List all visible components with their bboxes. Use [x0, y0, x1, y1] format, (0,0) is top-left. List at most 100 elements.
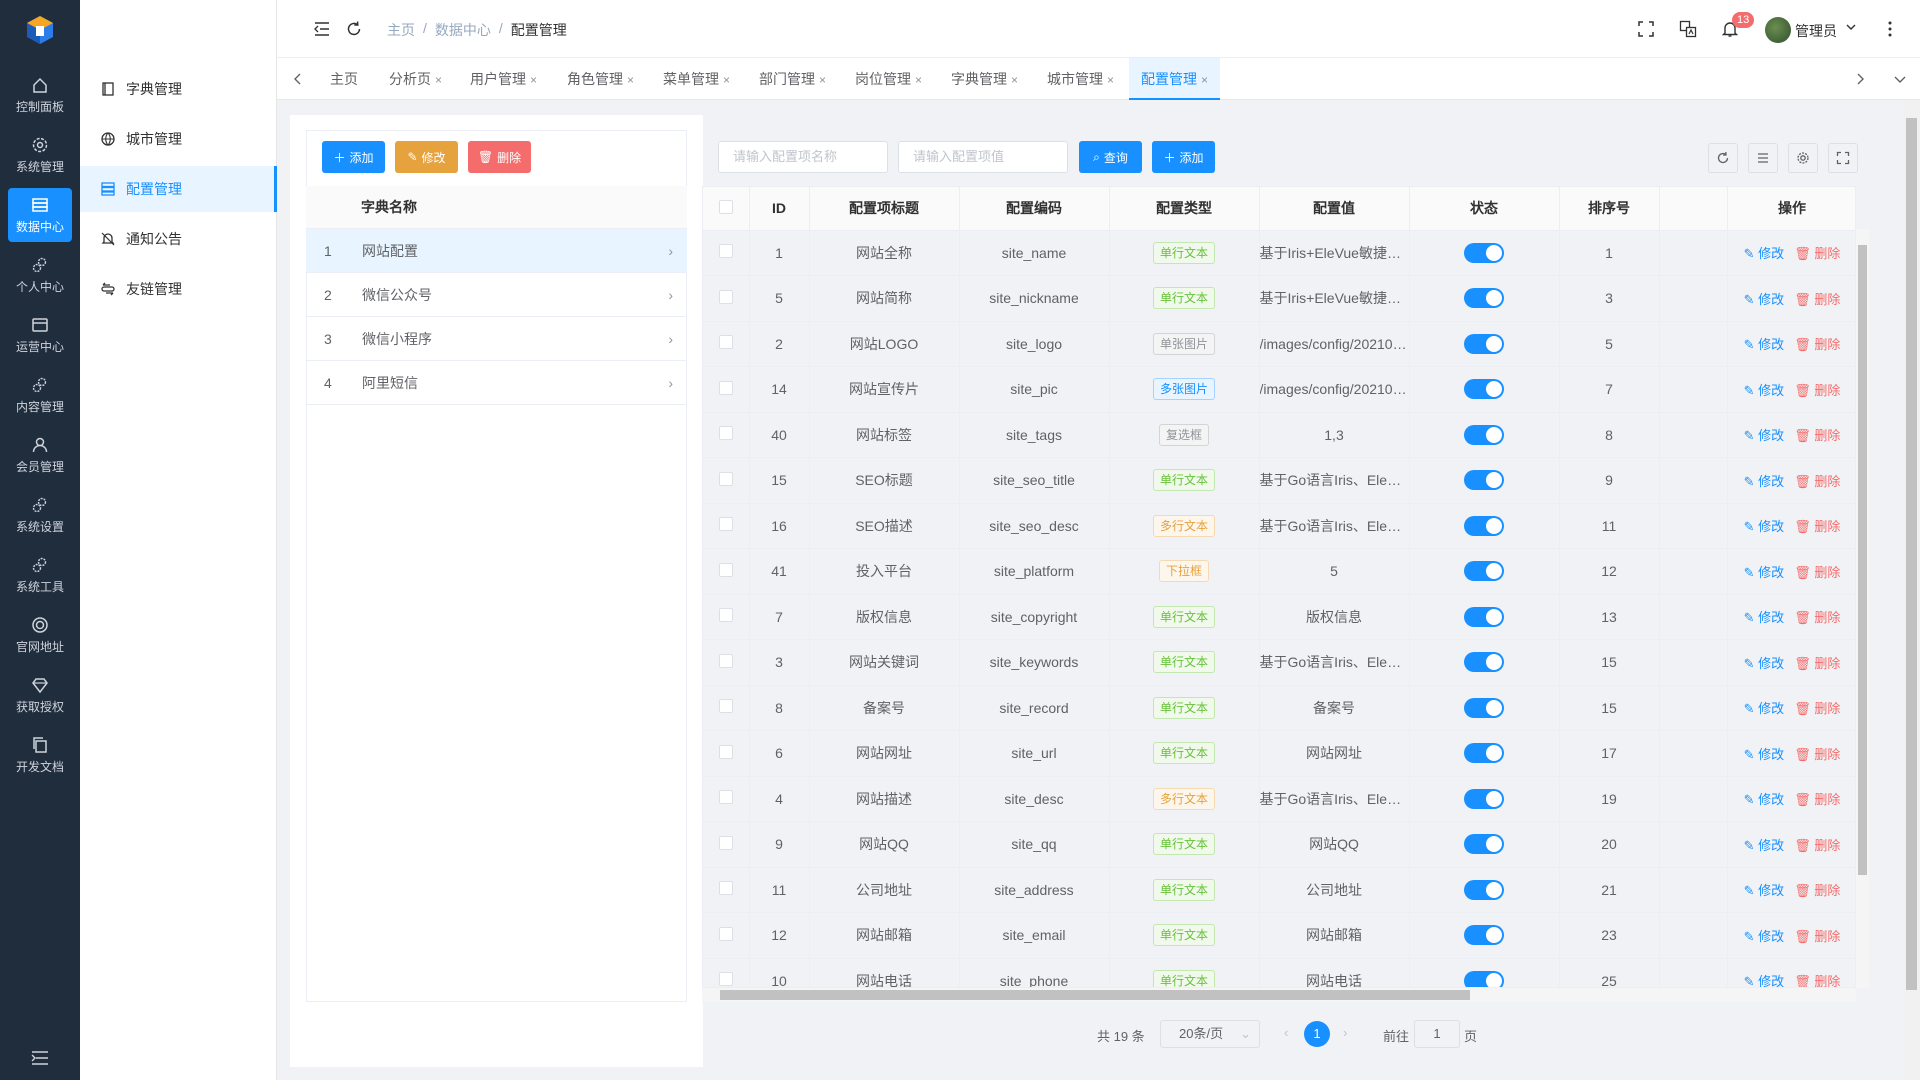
row-checkbox[interactable]: [703, 412, 750, 458]
tab-close-icon[interactable]: ×: [819, 73, 826, 87]
page-scroll-thumb[interactable]: [1906, 118, 1917, 990]
status-toggle[interactable]: [1464, 242, 1504, 263]
row-edit-link[interactable]: ✎ 修改: [1744, 838, 1785, 853]
row-delete-link[interactable]: 🗑 删除: [1794, 337, 1840, 352]
row-checkbox[interactable]: [703, 457, 750, 504]
row-delete-link[interactable]: 🗑 删除: [1794, 883, 1840, 898]
breadcrumb-item-home[interactable]: 主页: [387, 20, 415, 40]
page-number-current[interactable]: 1: [1304, 1021, 1330, 1047]
submenu-item-2[interactable]: 配置管理: [80, 166, 277, 212]
rail-item-7[interactable]: 系统设置: [8, 488, 72, 542]
config-add-button[interactable]: ＋添加: [1152, 141, 1215, 173]
rail-item-9[interactable]: 官网地址: [8, 608, 72, 662]
tab-close-icon[interactable]: ×: [1011, 73, 1018, 87]
row-delete-link[interactable]: 🗑 删除: [1794, 610, 1840, 625]
table-fullscreen-button[interactable]: [1828, 143, 1858, 173]
goto-page-input[interactable]: 1: [1414, 1020, 1460, 1048]
tab-5[interactable]: 部门管理 ×: [759, 58, 826, 100]
row-checkbox[interactable]: [703, 366, 750, 413]
refresh-icon[interactable]: [345, 20, 363, 38]
dict-row[interactable]: 4 阿里短信 ›: [306, 361, 687, 405]
rail-item-0[interactable]: 控制面板: [8, 68, 72, 122]
row-checkbox[interactable]: [703, 594, 750, 640]
table-vertical-scroll-thumb[interactable]: [1858, 245, 1867, 875]
table-settings-button[interactable]: [1788, 143, 1818, 173]
tab-3[interactable]: 角色管理 ×: [567, 58, 634, 100]
tab-7[interactable]: 字典管理 ×: [951, 58, 1018, 100]
submenu-item-0[interactable]: 字典管理: [80, 66, 277, 112]
status-toggle[interactable]: [1464, 470, 1504, 491]
row-delete-link[interactable]: 🗑 删除: [1794, 792, 1840, 807]
row-edit-link[interactable]: ✎ 修改: [1744, 792, 1785, 807]
row-delete-link[interactable]: 🗑 删除: [1794, 383, 1840, 398]
rail-item-6[interactable]: 会员管理: [8, 428, 72, 482]
tab-6[interactable]: 岗位管理 ×: [855, 58, 922, 100]
row-edit-link[interactable]: ✎ 修改: [1744, 565, 1785, 580]
row-delete-link[interactable]: 🗑 删除: [1794, 519, 1840, 534]
row-edit-link[interactable]: ✎ 修改: [1744, 519, 1785, 534]
tab-1[interactable]: 分析页 ×: [389, 58, 442, 100]
row-delete-link[interactable]: 🗑 删除: [1794, 656, 1840, 671]
tab-scroll-left-icon[interactable]: [289, 70, 307, 88]
tab-2[interactable]: 用户管理 ×: [470, 58, 537, 100]
tab-close-icon[interactable]: ×: [915, 73, 922, 87]
dict-add-button[interactable]: ＋添加: [322, 141, 385, 173]
row-edit-link[interactable]: ✎ 修改: [1744, 337, 1785, 352]
status-toggle[interactable]: [1464, 697, 1504, 718]
status-toggle[interactable]: [1464, 333, 1504, 354]
submenu-item-3[interactable]: 通知公告: [80, 216, 277, 262]
row-delete-link[interactable]: 🗑 删除: [1794, 292, 1840, 307]
chevron-down-icon[interactable]: [1845, 21, 1857, 33]
config-value-search-input[interactable]: 请输入配置项值: [898, 141, 1068, 173]
row-edit-link[interactable]: ✎ 修改: [1744, 656, 1785, 671]
table-density-button[interactable]: [1748, 143, 1778, 173]
row-delete-link[interactable]: 🗑 删除: [1794, 701, 1840, 716]
status-toggle[interactable]: [1464, 424, 1504, 445]
status-toggle[interactable]: [1464, 925, 1504, 946]
submenu-item-4[interactable]: 友链管理: [80, 266, 277, 312]
row-delete-link[interactable]: 🗑 删除: [1794, 747, 1840, 762]
status-toggle[interactable]: [1464, 879, 1504, 900]
row-checkbox[interactable]: [703, 639, 750, 686]
tab-0[interactable]: 主页: [330, 58, 358, 100]
rail-item-10[interactable]: 获取授权: [8, 668, 72, 722]
row-checkbox[interactable]: [703, 912, 750, 959]
prev-page-icon[interactable]: ‹: [1284, 1025, 1288, 1040]
row-edit-link[interactable]: ✎ 修改: [1744, 883, 1785, 898]
row-checkbox[interactable]: [703, 275, 750, 322]
row-edit-link[interactable]: ✎ 修改: [1744, 292, 1785, 307]
row-checkbox[interactable]: [703, 503, 750, 549]
row-delete-link[interactable]: 🗑 删除: [1794, 838, 1840, 853]
status-toggle[interactable]: [1464, 288, 1504, 309]
tab-close-icon[interactable]: ×: [530, 73, 537, 87]
page-size-select[interactable]: 20条/页 ⌄: [1160, 1020, 1260, 1048]
row-checkbox[interactable]: [703, 730, 750, 777]
row-checkbox[interactable]: [703, 230, 750, 276]
tab-9[interactable]: 配置管理 ×: [1129, 58, 1221, 100]
translate-icon[interactable]: [1679, 20, 1697, 38]
dict-row[interactable]: 3 微信小程序 ›: [306, 317, 687, 361]
tab-close-icon[interactable]: ×: [627, 73, 634, 87]
rail-item-2[interactable]: 数据中心: [8, 188, 72, 242]
config-name-search-input[interactable]: 请输入配置项名称: [718, 141, 888, 173]
table-horizontal-scroll-thumb[interactable]: [720, 990, 1470, 1000]
row-edit-link[interactable]: ✎ 修改: [1744, 610, 1785, 625]
tab-close-icon[interactable]: ×: [435, 73, 442, 87]
more-vertical-icon[interactable]: [1881, 20, 1899, 38]
row-delete-link[interactable]: 🗑 删除: [1794, 974, 1840, 987]
tab-close-icon[interactable]: ×: [723, 73, 730, 87]
select-all-checkbox[interactable]: [703, 187, 750, 231]
fullscreen-icon[interactable]: [1637, 20, 1655, 38]
rail-item-5[interactable]: 内容管理: [8, 368, 72, 422]
row-checkbox[interactable]: [703, 321, 750, 367]
status-toggle[interactable]: [1464, 788, 1504, 809]
rail-item-11[interactable]: 开发文档: [8, 728, 72, 782]
row-edit-link[interactable]: ✎ 修改: [1744, 929, 1785, 944]
row-delete-link[interactable]: 🗑 删除: [1794, 474, 1840, 489]
row-edit-link[interactable]: ✎ 修改: [1744, 747, 1785, 762]
user-name[interactable]: 管理员: [1795, 21, 1837, 41]
row-edit-link[interactable]: ✎ 修改: [1744, 246, 1785, 261]
row-checkbox[interactable]: [703, 685, 750, 731]
next-page-icon[interactable]: ›: [1343, 1025, 1347, 1040]
status-toggle[interactable]: [1464, 379, 1504, 400]
